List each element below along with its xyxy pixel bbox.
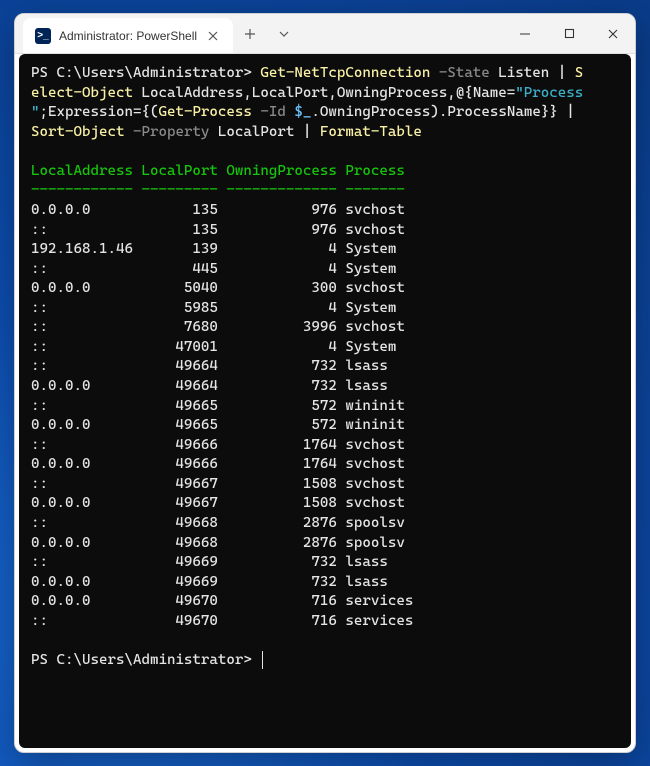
close-window-button[interactable] <box>591 14 635 53</box>
close-icon <box>208 31 218 41</box>
tab-powershell[interactable]: >_ Administrator: PowerShell <box>23 18 233 53</box>
maximize-icon <box>564 28 575 39</box>
close-tab-button[interactable] <box>205 28 221 44</box>
new-tab-button[interactable] <box>233 14 267 53</box>
tab-dropdown-button[interactable] <box>267 14 301 53</box>
plus-icon <box>244 28 256 40</box>
window-controls <box>503 14 635 53</box>
minimize-button[interactable] <box>503 14 547 53</box>
terminal-output[interactable]: PS C:\Users\Administrator> Get-NetTcpCon… <box>19 54 631 748</box>
titlebar: >_ Administrator: PowerShell <box>15 14 635 54</box>
minimize-icon <box>519 28 531 40</box>
chevron-down-icon <box>278 28 290 40</box>
terminal-window: >_ Administrator: PowerShell PS C:\Users… <box>14 13 636 753</box>
close-icon <box>607 28 619 40</box>
powershell-icon: >_ <box>35 28 51 44</box>
tab-title: Administrator: PowerShell <box>59 29 197 43</box>
maximize-button[interactable] <box>547 14 591 53</box>
